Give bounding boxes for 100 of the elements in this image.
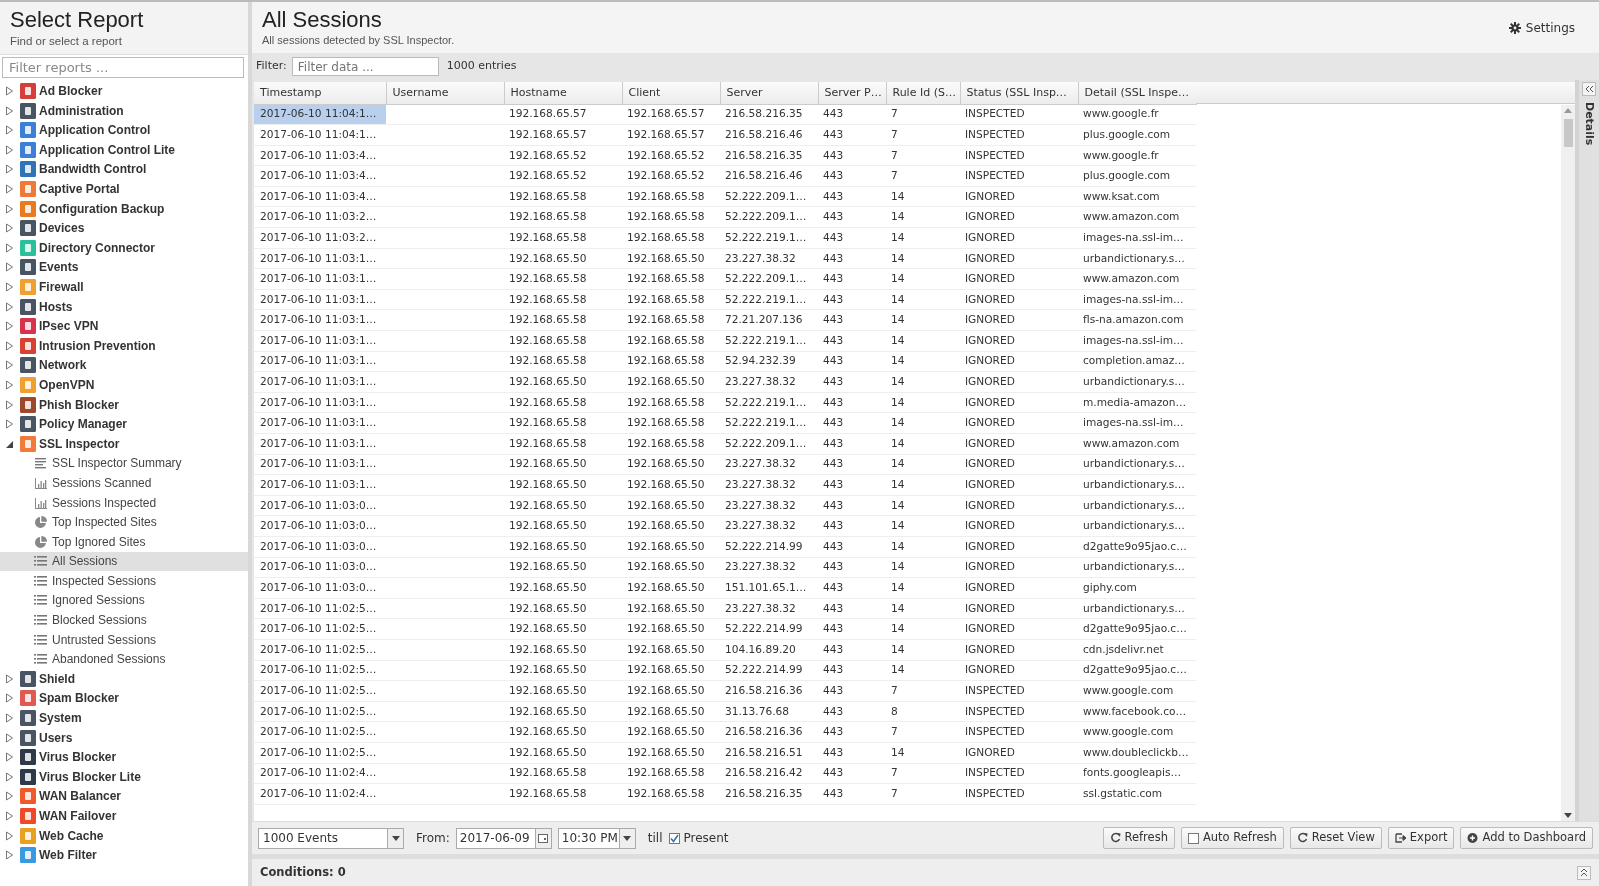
table-cell: 23.227.38.32 bbox=[720, 248, 818, 269]
table-cell: 23.227.38.32 bbox=[720, 474, 818, 496]
tree-item[interactable]: Bandwidth Control bbox=[0, 159, 248, 180]
tree-item[interactable]: Application Control Lite bbox=[0, 140, 248, 160]
table-cell: 14 bbox=[886, 598, 960, 619]
toolbar-button[interactable]: Add to Dashboard bbox=[1460, 827, 1593, 849]
tree-item[interactable]: Policy Manager bbox=[0, 414, 248, 434]
tree-item[interactable]: Abandoned Sessions bbox=[0, 649, 248, 670]
settings-button[interactable]: Settings bbox=[1502, 17, 1581, 38]
table-cell: 443 bbox=[818, 248, 886, 269]
column-header[interactable]: Server bbox=[720, 82, 818, 104]
tree-item[interactable]: WAN Balancer bbox=[0, 786, 248, 807]
table-cell: 14 bbox=[886, 248, 960, 269]
column-header[interactable]: Username bbox=[386, 82, 504, 104]
table-cell: 443 bbox=[818, 165, 886, 187]
table-cell: INSPECTED bbox=[960, 783, 1078, 805]
tree-item[interactable]: Sessions Scanned bbox=[0, 473, 248, 493]
check-icon bbox=[669, 833, 679, 843]
table-cell: 7 bbox=[886, 680, 960, 702]
tree-item[interactable]: Inspected Sessions bbox=[0, 571, 248, 591]
tree-item[interactable]: Top Ignored Sites bbox=[0, 531, 248, 552]
toolbar-button[interactable]: Reset View bbox=[1289, 827, 1382, 849]
table-cell: 192.168.65.58 bbox=[504, 206, 622, 228]
table-cell: 2017-06-10 11:03:1… bbox=[254, 433, 386, 455]
tree-item[interactable]: Directory Connector bbox=[0, 238, 248, 258]
expand-button[interactable] bbox=[1577, 865, 1591, 880]
tree-item[interactable]: All Sessions bbox=[0, 551, 248, 572]
events-dropdown[interactable]: 1000 Events bbox=[258, 827, 404, 849]
tree-item[interactable]: Virus Blocker Lite bbox=[0, 767, 248, 787]
collapse-button[interactable] bbox=[1582, 82, 1596, 96]
tree-item[interactable]: Top Inspected Sites bbox=[0, 512, 248, 532]
details-tab[interactable]: Details bbox=[1580, 102, 1598, 146]
table-cell: 2017-06-10 11:03:2… bbox=[254, 206, 386, 228]
table-cell: 192.168.65.57 bbox=[504, 104, 622, 125]
tree-item[interactable]: Users bbox=[0, 727, 248, 748]
table-cell: 23.227.38.32 bbox=[720, 557, 818, 578]
tree-item[interactable]: Firewall bbox=[0, 277, 248, 297]
table-cell: 52.222.219.1… bbox=[720, 392, 818, 413]
table-cell: 192.168.65.50 bbox=[622, 598, 720, 619]
column-header[interactable]: Timestamp bbox=[254, 82, 386, 104]
toolbar-button[interactable]: Refresh bbox=[1102, 827, 1175, 849]
column-header[interactable]: Rule Id (S… bbox=[886, 82, 960, 104]
tree-item[interactable]: Network bbox=[0, 355, 248, 376]
tree-item[interactable]: Configuration Backup bbox=[0, 198, 248, 219]
column-header[interactable]: Client bbox=[622, 82, 720, 104]
column-header[interactable]: Hostname bbox=[504, 82, 622, 104]
table-cell: 2017-06-10 11:03:0… bbox=[254, 515, 386, 537]
column-header[interactable]: Status (SSL Insp… bbox=[960, 82, 1078, 104]
search-field[interactable]: Filter reports ... bbox=[2, 57, 244, 79]
tree-item[interactable]: Web Cache bbox=[0, 825, 248, 846]
tree-item[interactable]: SSL Inspector Summary bbox=[0, 453, 248, 474]
table-cell: 14 bbox=[886, 186, 960, 207]
tree-item[interactable]: Blocked Sessions bbox=[0, 610, 248, 630]
tree-item[interactable]: Administration bbox=[0, 100, 248, 121]
table-cell: 7 bbox=[886, 763, 960, 784]
table-cell: 216.58.216.36 bbox=[720, 721, 818, 743]
tree-item[interactable]: SSL Inspector bbox=[0, 433, 248, 454]
tree-item[interactable]: OpenVPN bbox=[0, 375, 248, 395]
tree-item[interactable]: Application Control bbox=[0, 120, 248, 141]
date-field[interactable]: 2017-06-09 bbox=[455, 827, 552, 849]
tree-item[interactable]: Intrusion Prevention bbox=[0, 335, 248, 356]
auto-refresh-checkbox[interactable]: Auto Refresh bbox=[1180, 827, 1284, 849]
tree-item[interactable]: Sessions Inspected bbox=[0, 492, 248, 513]
table-cell: 443 bbox=[818, 351, 886, 372]
tree-item[interactable]: IPsec VPN bbox=[0, 316, 248, 336]
table-cell: INSPECTED bbox=[960, 104, 1078, 125]
tree-item[interactable]: Phish Blocker bbox=[0, 394, 248, 415]
table-cell: 192.168.65.50 bbox=[622, 557, 720, 578]
tree-item[interactable]: Devices bbox=[0, 218, 248, 238]
table-cell: 192.168.65.50 bbox=[622, 618, 720, 640]
toolbar-button[interactable]: Export bbox=[1387, 827, 1455, 849]
table-cell: urbandictionary.s… bbox=[1078, 454, 1196, 475]
filter-field[interactable]: Filter data ... bbox=[291, 57, 439, 76]
tree-item[interactable]: Web Filter bbox=[0, 845, 248, 865]
tree-item[interactable]: Shield bbox=[0, 669, 248, 689]
tree-item[interactable]: Hosts bbox=[0, 296, 248, 317]
time-dropdown[interactable]: 10:30 PM bbox=[557, 827, 636, 849]
table-cell: 192.168.65.50 bbox=[622, 248, 720, 269]
tree-item[interactable]: Virus Blocker bbox=[0, 747, 248, 768]
table-cell: 14 bbox=[886, 660, 960, 681]
tree-item[interactable]: Captive Portal bbox=[0, 179, 248, 199]
tree-item[interactable]: Spam Blocker bbox=[0, 688, 248, 709]
column-header[interactable]: Server P… bbox=[818, 82, 886, 104]
tree-item[interactable]: Ad Blocker bbox=[0, 81, 248, 101]
tree-item[interactable]: Events bbox=[0, 257, 248, 278]
tree-item[interactable]: Ignored Sessions bbox=[0, 590, 248, 611]
tree-item[interactable]: System bbox=[0, 708, 248, 728]
table-cell: 192.168.65.58 bbox=[504, 227, 622, 249]
tree-item[interactable]: WAN Failover bbox=[0, 806, 248, 826]
tree-item[interactable]: Untrusted Sessions bbox=[0, 629, 248, 650]
table-cell: plus.google.com bbox=[1078, 124, 1196, 146]
present-checkbox[interactable]: Present bbox=[668, 829, 729, 847]
table-cell: 192.168.65.50 bbox=[622, 660, 720, 681]
table-cell: www.google.fr bbox=[1078, 104, 1196, 125]
table-cell: 2017-06-10 11:03:4… bbox=[254, 186, 386, 207]
table-cell: IGNORED bbox=[960, 742, 1078, 763]
table-cell: 216.58.216.51 bbox=[720, 742, 818, 763]
table-cell: www.amazon.com bbox=[1078, 268, 1196, 290]
column-header[interactable]: Detail (SSL Inspe… bbox=[1078, 82, 1196, 104]
scroll-thumb[interactable] bbox=[1564, 119, 1573, 147]
